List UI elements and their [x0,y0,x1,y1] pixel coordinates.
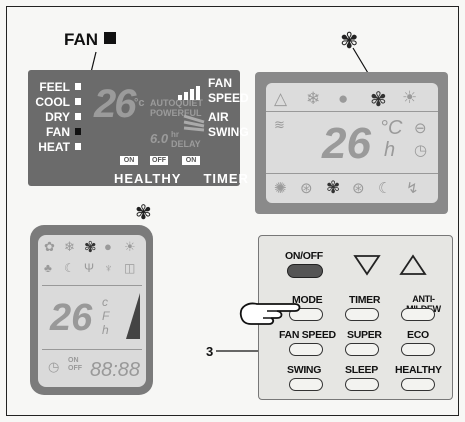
auto-icon: △ [274,89,288,108]
temperature-display: 26 [50,297,93,339]
moon-icon: ☾ [64,261,75,275]
right-labels: FAN SPEED AIR SWING [208,76,249,140]
lock-icon: ⊖ [414,120,427,137]
fan-icon: ✾ [370,89,387,111]
fan-speed-low-icon: ⊛ [300,180,313,197]
speed-label: SPEED [208,91,249,105]
fan-icon: ✾ [340,28,359,53]
healthy-label: HEALTHY [114,171,182,186]
timer-label: TIMER [349,294,381,306]
delay-label: DELAY [171,139,201,149]
fan-speed-button[interactable] [289,343,323,356]
onoff-label: ON/OFF [285,250,323,262]
timer-label: TIMER [203,171,249,186]
mode-indicator [75,98,81,105]
clock-icon: ◷ [48,359,60,374]
mode-indicator-active [75,128,81,135]
healthy-button[interactable] [401,378,435,391]
mode-label-heat: HEAT [38,140,70,154]
celsius-unit: c [102,295,108,309]
manual-figure: FAN ✾ ✾ FEEL COOL DRY FAN HEAT 26 °c AUT… [0,0,465,422]
fan-icon-panel3: ✾ [135,202,152,224]
snowflake-icon: ❄ [64,239,75,254]
swing-button[interactable] [289,378,323,391]
fan-speed-bars [126,293,140,339]
swing-arrow-icon: ↯ [406,180,419,197]
mode-label-cool: COOL [35,95,70,109]
temperature-display: 26 [94,82,136,126]
fan-speed-label: FAN SPEED [279,329,336,341]
fan-speed-bars [178,86,200,100]
snowflake-icon: ❄ [306,89,321,108]
mode-label-fan: FAN [46,125,70,139]
bottom-labels: HEALTHY TIMER [114,171,271,186]
remote-lcd-panel: △ ❄ ● ✾ ☀ 26 °C h ≋ ⊖ ◷ ✺ ⊛ ✾ ⊛ ☾ ↯ [255,72,448,214]
drop-icon: ● [104,239,112,254]
eco-label: ECO [407,329,429,341]
sun-icon: ☀ [402,88,418,107]
hour-unit: h [384,139,396,161]
celsius-unit: °C [380,117,403,139]
timer-off-box: OFF [150,156,168,165]
hour-unit: h [102,323,109,337]
divider [266,111,438,112]
sleep-label: SLEEP [345,364,378,376]
super-button[interactable] [345,343,379,356]
temp-up-button[interactable] [399,254,427,276]
divider [42,349,142,350]
fan-icon: ✾ [84,239,97,256]
timer-on-box: ON [182,156,200,165]
timer-icon: ♣ [44,261,52,275]
healthy-icon: ♆ [104,261,113,275]
swing-icon: ◫ [124,261,136,275]
auto-icon: ✿ [44,239,55,254]
fahrenheit-unit: F [102,309,110,323]
sun-icon: ☀ [124,239,136,254]
lcd-screen: △ ❄ ● ✾ ☀ 26 °C h ≋ ⊖ ◷ ✺ ⊛ ✾ ⊛ ☾ ↯ [266,83,438,203]
onoff-button[interactable] [287,264,323,278]
temp-down-button[interactable] [353,254,381,276]
swing-label: SWING [208,125,249,139]
clock-icon: ◷ [414,142,428,159]
fan-label: FAN [208,76,232,90]
temperature-display: 26 [322,119,371,168]
mode-indicator [75,113,81,120]
timer-digits: 88:88 [90,359,141,381]
callout-number: 3 [206,344,214,359]
divider [42,285,142,286]
drop-icon: ● [338,89,349,108]
eco-button[interactable] [401,343,435,356]
remote-lcd-compact: ✿ ❄ ✾ ● ☀ ♣ ☾ Ψ ♆ ◫ 26 c F h ◷ ON OFF 88… [30,225,153,395]
anti-mildew-button[interactable] [401,308,435,321]
swing-label: SWING [287,364,322,376]
signal-icon: ≋ [274,117,285,132]
pointing-hand-icon [239,302,301,325]
mode-label-feel: FEEL [39,80,70,94]
swing-icon: ✺ [274,180,287,197]
indoor-display-panel: FEEL COOL DRY FAN HEAT 26 °c AUTOQUIET P… [28,70,249,186]
mode-indicator [75,143,81,150]
healthy-label: HEALTHY [395,364,442,376]
mode-labels: FEEL COOL DRY FAN HEAT [34,80,70,155]
delay-value: 6.0 [150,131,169,146]
on-label: ON [68,357,79,364]
timer-button[interactable] [345,308,379,321]
sleep-icon: ☾ [378,180,392,197]
fan-speed-high-icon: ⊛ [352,180,365,197]
mode-indicator [75,83,81,90]
sleep-button[interactable] [345,378,379,391]
divider [266,173,438,174]
fan-speed-mid-icon: ✾ [326,178,341,197]
temp-unit: °c [134,97,145,109]
super-label: SUPER [347,329,382,341]
lcd-screen: ✿ ❄ ✾ ● ☀ ♣ ☾ Ψ ♆ ◫ 26 c F h ◷ ON OFF 88… [38,235,146,387]
healthy-on-box: ON [120,156,138,165]
off-label: OFF [68,365,82,372]
remote-control-buttons: ON/OFF MODE TIMER ANTI-MILDEW FAN SPEED … [239,235,453,400]
on-off-labels: ON OFF [68,357,82,373]
eco-icon: Ψ [84,261,95,275]
air-swing-icon [183,114,205,132]
air-label: AIR [208,110,229,124]
mode-label-dry: DRY [45,110,70,124]
